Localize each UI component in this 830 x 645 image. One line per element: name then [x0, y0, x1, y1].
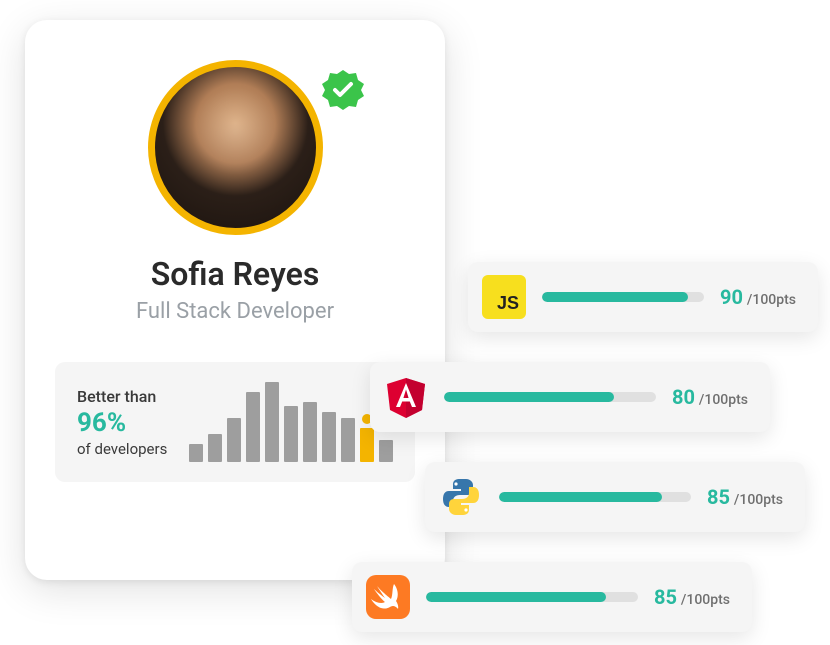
avatar-wrap	[148, 60, 323, 235]
avatar	[148, 60, 323, 235]
percentile-value: 96%	[77, 408, 167, 438]
score-max: /100pts	[734, 492, 783, 508]
percentile-text: Better than 96% of developers	[77, 387, 167, 458]
progress-fill	[444, 392, 614, 402]
score-value: 85	[707, 485, 730, 509]
histogram-bar	[303, 402, 317, 462]
javascript-icon: JS	[482, 275, 526, 319]
progress-fill	[499, 492, 662, 502]
percentile-suffix: of developers	[77, 440, 167, 458]
profile-card: Sofia Reyes Full Stack Developer Better …	[25, 20, 445, 580]
skill-row-angular: 80 /100pts	[370, 362, 770, 432]
progress-track	[542, 292, 704, 302]
verified-badge-icon	[321, 68, 365, 112]
histogram-bar	[246, 392, 260, 462]
score-wrap: 90 /100pts	[720, 285, 796, 309]
score-value: 80	[672, 385, 695, 409]
skill-row-python: 85 /100pts	[425, 462, 805, 532]
profile-name: Sofia Reyes	[151, 255, 320, 293]
score-max: /100pts	[747, 292, 796, 308]
histogram-bar	[341, 418, 355, 462]
progress-track	[499, 492, 691, 502]
profile-role: Full Stack Developer	[136, 299, 334, 324]
score-value: 90	[720, 285, 743, 309]
histogram-bar	[284, 406, 298, 462]
score-wrap: 85 /100pts	[654, 585, 730, 609]
progress-track	[444, 392, 656, 402]
progress-fill	[542, 292, 688, 302]
percentile-prefix: Better than	[77, 387, 167, 406]
histogram-bar	[208, 434, 222, 462]
percentile-histogram	[189, 382, 393, 462]
python-icon	[439, 475, 483, 519]
skill-row-javascript: JS 90 /100pts	[468, 262, 818, 332]
histogram-bar-highlight	[360, 428, 374, 462]
progress-track	[426, 592, 638, 602]
angular-icon	[384, 375, 428, 419]
score-wrap: 80 /100pts	[672, 385, 748, 409]
skill-row-swift: 85 /100pts	[352, 562, 752, 632]
score-max: /100pts	[681, 592, 730, 608]
histogram-bar	[322, 412, 336, 462]
progress-fill	[426, 592, 606, 602]
histogram-bar	[265, 382, 279, 462]
histogram-bar	[227, 418, 241, 462]
score-wrap: 85 /100pts	[707, 485, 783, 509]
percentile-box: Better than 96% of developers	[55, 362, 415, 482]
histogram-bar	[189, 444, 203, 462]
swift-icon	[366, 575, 410, 619]
histogram-bar	[379, 440, 393, 462]
score-max: /100pts	[699, 392, 748, 408]
score-value: 85	[654, 585, 677, 609]
